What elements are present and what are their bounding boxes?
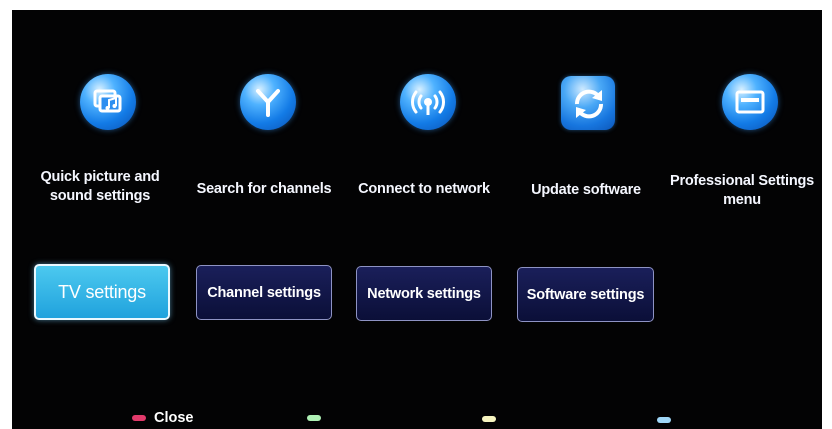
shortcut-label-quick-picture[interactable]: Quick picture and sound settings xyxy=(26,168,174,206)
yellow-key-icon xyxy=(482,416,496,422)
close-label[interactable]: Close xyxy=(154,410,194,426)
blue-key-icon xyxy=(657,417,671,423)
software-settings-tile[interactable]: Software settings xyxy=(517,267,654,322)
tv-home-menu: Quick picture and sound settings Search … xyxy=(12,10,822,429)
network-icon[interactable] xyxy=(400,74,456,130)
shortcut-label-update-software[interactable]: Update software xyxy=(512,181,660,200)
shortcut-label-professional-settings[interactable]: Professional Settings menu xyxy=(662,172,822,210)
network-settings-tile[interactable]: Network settings xyxy=(356,266,492,321)
channel-settings-tile[interactable]: Channel settings xyxy=(196,265,332,320)
picture-sound-icon[interactable] xyxy=(80,74,136,130)
professional-menu-icon[interactable] xyxy=(722,74,778,130)
tv-settings-tile[interactable]: TV settings xyxy=(34,264,170,320)
update-icon[interactable] xyxy=(561,76,615,130)
green-key-icon xyxy=(307,415,321,421)
antenna-icon[interactable] xyxy=(240,74,296,130)
shortcut-label-connect-network[interactable]: Connect to network xyxy=(350,180,498,199)
shortcut-label-search-channels[interactable]: Search for channels xyxy=(188,180,340,199)
red-key-icon[interactable] xyxy=(132,415,146,421)
